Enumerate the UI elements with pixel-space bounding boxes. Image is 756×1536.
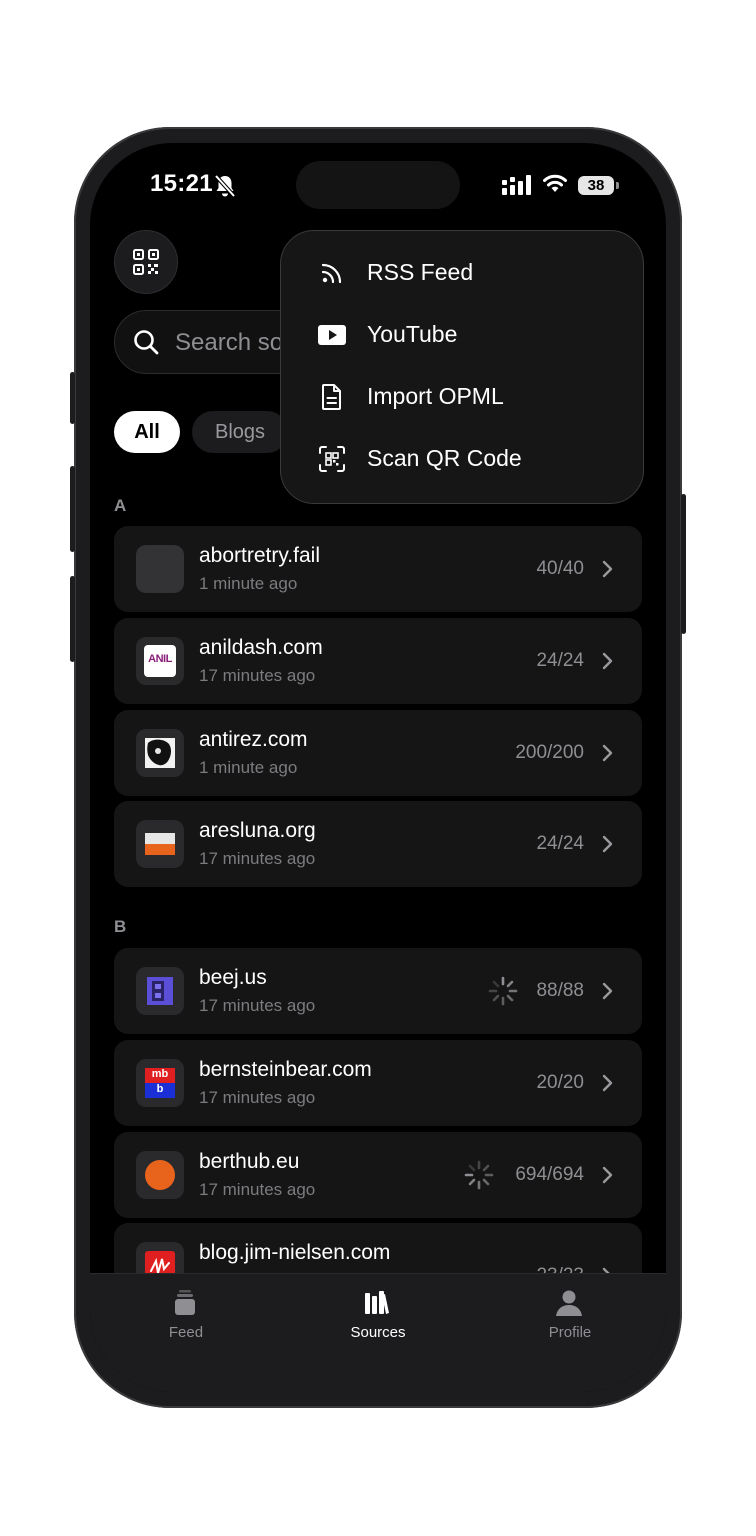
tab-feed[interactable]: Feed — [90, 1274, 282, 1354]
section-header-a: A — [114, 496, 127, 515]
volume-up-button — [70, 466, 75, 552]
source-icon — [136, 1151, 184, 1199]
source-updated: 17 minutes ago — [199, 849, 316, 868]
source-name: antirez.com — [199, 728, 308, 751]
source-name: blog.jim-nielsen.com — [199, 1241, 391, 1264]
battery-indicator: 38 — [578, 176, 614, 195]
pixel-b-logo-icon — [147, 977, 173, 1005]
power-button — [681, 494, 686, 634]
menu-label: RSS Feed — [367, 259, 474, 285]
source-updated: 1 minute ago — [199, 758, 298, 777]
volume-down-button — [70, 576, 75, 662]
source-icon-text: mb — [151, 1068, 169, 1080]
source-row[interactable]: mb b bernsteinbear.com 17 minutes ago 20… — [114, 1040, 642, 1126]
source-name: anildash.com — [199, 636, 323, 659]
source-count: 200/200 — [515, 742, 584, 763]
add-source-menu: RSS Feed YouTube Import OPML Scan QR Cod… — [280, 230, 644, 504]
tab-label: Profile — [548, 1324, 592, 1341]
source-count: 20/20 — [536, 1072, 584, 1093]
avatar-portrait-icon — [145, 738, 175, 768]
source-row[interactable]: antirez.com 1 minute ago 200/200 — [114, 710, 642, 796]
app-screen: 15:21 38 Search sources All Blogs A abor… — [90, 143, 666, 1392]
source-name: bernsteinbear.com — [199, 1058, 372, 1081]
person-icon — [556, 1290, 582, 1316]
source-updated: 17 minutes ago — [199, 666, 316, 685]
source-updated: 17 minutes ago — [199, 1088, 316, 1107]
source-icon-text: b — [156, 1083, 164, 1095]
books-icon — [365, 1291, 389, 1314]
tab-bar: Feed Sources Profile — [90, 1273, 666, 1392]
filter-chip-blogs[interactable]: Blogs — [192, 411, 288, 453]
source-name: berthub.eu — [199, 1150, 300, 1173]
source-row[interactable]: ANIL anildash.com 17 minutes ago 24/24 — [114, 618, 642, 704]
source-icon — [136, 967, 184, 1015]
source-count: 40/40 — [536, 558, 584, 579]
source-row[interactable]: aresluna.org 17 minutes ago 24/24 — [114, 801, 642, 887]
source-icon: ANIL — [136, 637, 184, 685]
filter-chip-all[interactable]: All — [114, 411, 180, 453]
source-count: 694/694 — [515, 1164, 584, 1185]
menu-item-rss-feed[interactable]: RSS Feed — [281, 243, 643, 303]
stack-icon — [175, 1290, 195, 1315]
source-name: aresluna.org — [199, 819, 316, 842]
wifi-icon — [543, 174, 567, 192]
menu-label: Scan QR Code — [367, 445, 522, 471]
status-time: 15:21 — [150, 170, 213, 197]
youtube-icon — [317, 321, 347, 349]
qr-code-icon — [133, 249, 159, 275]
tab-label: Feed — [168, 1324, 204, 1341]
source-name: abortretry.fail — [199, 544, 320, 567]
source-count: 24/24 — [536, 833, 584, 854]
source-icon — [136, 820, 184, 868]
tab-profile[interactable]: Profile — [474, 1274, 666, 1354]
action-button — [70, 372, 75, 424]
loading-spinner-icon — [488, 976, 518, 1006]
source-updated: 17 minutes ago — [199, 996, 316, 1015]
rss-icon — [317, 259, 347, 287]
chevron-right-icon — [602, 982, 613, 1000]
search-icon — [134, 330, 159, 355]
source-row[interactable]: abortretry.fail 1 minute ago 40/40 — [114, 526, 642, 612]
menu-item-import-opml[interactable]: Import OPML — [281, 367, 643, 427]
source-updated: 17 minutes ago — [199, 1180, 316, 1199]
source-icon-text: ANIL — [148, 653, 172, 665]
source-icon: mb b — [136, 1059, 184, 1107]
qr-scan-icon — [317, 445, 347, 473]
source-name: beej.us — [199, 966, 267, 989]
chevron-right-icon — [602, 744, 613, 762]
battery-tip — [616, 182, 619, 189]
dynamic-island — [296, 161, 460, 209]
source-icon — [136, 545, 184, 593]
section-header-b: B — [114, 917, 127, 936]
chevron-right-icon — [602, 560, 613, 578]
source-count: 88/88 — [536, 980, 584, 1001]
source-icon — [136, 729, 184, 777]
bell-muted-icon — [214, 174, 236, 198]
qr-code-button[interactable] — [114, 230, 178, 294]
source-row[interactable]: berthub.eu 17 minutes ago 694/694 — [114, 1132, 642, 1218]
source-count: 24/24 — [536, 650, 584, 671]
menu-label: Import OPML — [367, 383, 504, 409]
document-icon — [317, 383, 347, 411]
loading-spinner-icon — [464, 1160, 494, 1190]
tab-sources[interactable]: Sources — [282, 1274, 474, 1354]
menu-item-youtube[interactable]: YouTube — [281, 305, 643, 365]
source-row[interactable]: beej.us 17 minutes ago 88/88 — [114, 948, 642, 1034]
chevron-right-icon — [602, 652, 613, 670]
chevron-right-icon — [602, 1074, 613, 1092]
chevron-right-icon — [602, 1166, 613, 1184]
source-updated: 1 minute ago — [199, 574, 298, 593]
status-bar: 15:21 38 — [90, 143, 666, 231]
tab-label: Sources — [350, 1324, 406, 1341]
signal-icon — [502, 175, 531, 195]
menu-label: YouTube — [367, 321, 458, 347]
chevron-right-icon — [602, 835, 613, 853]
menu-item-scan-qr-code[interactable]: Scan QR Code — [281, 429, 643, 489]
